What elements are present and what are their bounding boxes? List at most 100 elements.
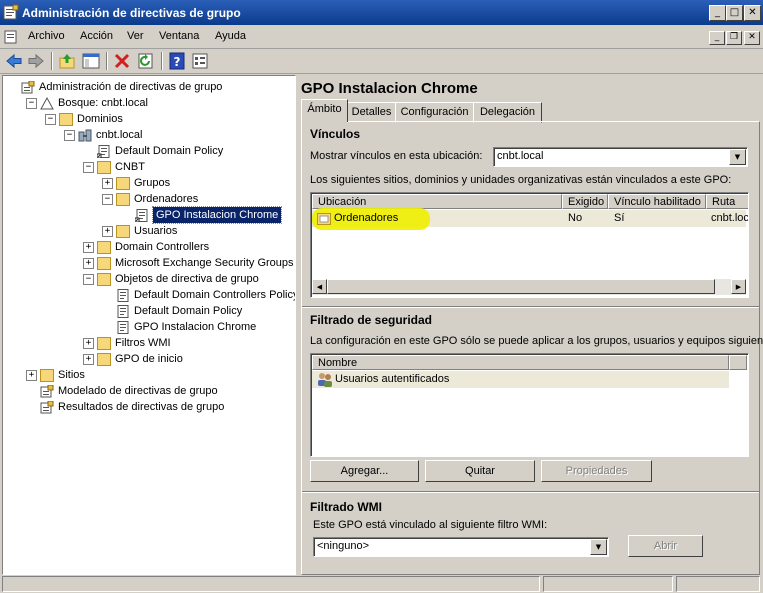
links-location-combo[interactable]: cnbt.local ▼ xyxy=(493,147,748,167)
wmi-folder-icon xyxy=(97,337,111,350)
tree-item[interactable]: Default Domain Controllers Policy xyxy=(3,287,295,303)
collapse-icon[interactable]: − xyxy=(83,274,94,285)
close-icon[interactable]: ✕ xyxy=(744,5,761,21)
dropdown-arrow-icon[interactable]: ▼ xyxy=(590,539,607,555)
tree-item[interactable]: + Sitios xyxy=(3,367,295,383)
tree-item-label: Ordenadores xyxy=(134,193,199,205)
scroll-left-icon[interactable]: ◀ xyxy=(312,279,327,294)
collapse-icon[interactable]: − xyxy=(26,98,37,109)
refresh-icon[interactable] xyxy=(137,52,155,70)
properties-button[interactable]: Propiedades xyxy=(541,460,652,482)
tree-item[interactable]: + Grupos xyxy=(3,175,295,191)
child-minimize-icon[interactable]: _ xyxy=(709,31,725,45)
expand-icon[interactable]: + xyxy=(83,338,94,349)
minimize-icon[interactable]: _ xyxy=(709,5,726,21)
tree-item[interactable]: − Bosque: cnbt.local xyxy=(3,95,295,111)
tab-detalles[interactable]: Detalles xyxy=(347,102,396,123)
delete-icon[interactable] xyxy=(113,52,131,70)
add-button[interactable]: Agregar... xyxy=(310,460,419,482)
tree-item[interactable]: + Usuarios xyxy=(3,223,295,239)
tree-item[interactable]: GPO Instalacion Chrome xyxy=(3,206,295,224)
collapse-icon[interactable]: − xyxy=(83,162,94,173)
tree-item[interactable]: − CNBT xyxy=(3,159,295,175)
scroll-thumb[interactable] xyxy=(327,279,715,294)
console-tree[interactable]: Administración de directivas de grupo − Bo… xyxy=(2,75,296,575)
dropdown-arrow-icon[interactable]: ▼ xyxy=(729,149,746,165)
collapse-icon[interactable]: − xyxy=(64,130,75,141)
users-group-icon xyxy=(318,373,332,387)
child-close-icon[interactable]: ✕ xyxy=(744,31,760,45)
col-nombre[interactable]: Nombre xyxy=(312,355,729,370)
table-row[interactable]: Ordenadores No Sí cnbt.loc xyxy=(312,208,748,230)
title-bar[interactable]: Administración de directivas de grupo _ … xyxy=(0,0,763,25)
gpo-icon xyxy=(116,289,130,302)
links-hscrollbar[interactable]: ◀ ▶ xyxy=(312,279,746,295)
window-title: Administración de directivas de grupo xyxy=(22,6,241,20)
menu-bar: Archivo Acción Ver Ventana Ayuda xyxy=(0,26,763,49)
tree-item[interactable]: Administración de directivas de grupo xyxy=(3,79,295,95)
up-folder-icon[interactable] xyxy=(58,52,76,70)
expand-icon[interactable]: + xyxy=(83,258,94,269)
collapse-icon[interactable]: − xyxy=(102,194,113,205)
expand-icon[interactable]: + xyxy=(26,370,37,381)
tree-item[interactable]: − cnbt.local xyxy=(3,127,295,143)
console-icon[interactable] xyxy=(4,30,18,44)
forward-arrow-icon[interactable] xyxy=(27,52,45,70)
tree-item[interactable]: Default Domain Policy xyxy=(3,303,295,319)
col-vinculo-habilitado[interactable]: Vínculo habilitado xyxy=(608,194,706,209)
links-location-label: Mostrar vínculos en esta ubicación: xyxy=(310,150,483,162)
collapse-icon[interactable]: − xyxy=(45,114,56,125)
tree-item[interactable]: − Dominios xyxy=(3,111,295,127)
show-hide-tree-icon[interactable] xyxy=(82,52,100,70)
col-ruta[interactable]: Ruta xyxy=(706,194,748,209)
tree-item[interactable]: − Objetos de directiva de grupo xyxy=(3,271,295,287)
expand-icon[interactable]: + xyxy=(83,354,94,365)
open-button[interactable]: Abrir xyxy=(628,535,703,557)
tab-configuracion[interactable]: Configuración xyxy=(395,102,474,123)
tree-item[interactable]: + GPO de inicio xyxy=(3,351,295,367)
col-ubicacion[interactable]: Ubicación xyxy=(312,194,562,209)
help-icon[interactable]: ? xyxy=(168,52,186,70)
tree-item[interactable]: GPO Instalacion Chrome xyxy=(3,319,295,335)
properties-icon[interactable] xyxy=(191,52,209,70)
tree-item[interactable]: + Filtros WMI xyxy=(3,335,295,351)
menu-ver[interactable]: Ver xyxy=(127,30,144,42)
menu-archivo[interactable]: Archivo xyxy=(28,30,65,42)
child-restore-icon[interactable]: ❐ xyxy=(726,31,742,45)
menu-ventana[interactable]: Ventana xyxy=(159,30,199,42)
scope-tab-panel: Vínculos Mostrar vínculos en esta ubicac… xyxy=(301,121,763,575)
tree-item[interactable]: Modelado de directivas de grupo xyxy=(3,383,295,399)
link-location: Ordenadores xyxy=(334,212,399,224)
tree-item[interactable]: + Domain Controllers xyxy=(3,239,295,255)
security-list[interactable]: Nombre Usuarios autentificados xyxy=(310,353,749,457)
links-list[interactable]: Ubicación Exigido Vínculo habilitado Rut… xyxy=(310,192,749,298)
tree-item[interactable]: + Microsoft Exchange Security Groups xyxy=(3,255,295,271)
tree-item[interactable]: − Ordenadores xyxy=(3,191,295,207)
menu-accion[interactable]: Acción xyxy=(80,30,113,42)
expand-icon[interactable]: + xyxy=(102,178,113,189)
links-description: Los siguientes sitios, dominios y unidad… xyxy=(310,174,732,186)
back-arrow-icon[interactable] xyxy=(5,52,23,70)
tree-item-label: CNBT xyxy=(115,161,145,173)
table-row[interactable]: Usuarios autentificados xyxy=(312,371,729,388)
remove-button[interactable]: Quitar xyxy=(425,460,535,482)
links-heading: Vínculos xyxy=(310,127,361,141)
gpo-link-icon xyxy=(96,145,111,159)
tab-ambito[interactable]: Ámbito xyxy=(301,99,348,122)
wmi-filter-combo[interactable]: <ninguno> ▼ xyxy=(313,537,609,557)
tree-item-label: Sitios xyxy=(58,369,85,381)
scroll-right-icon[interactable]: ▶ xyxy=(731,279,746,294)
tree-item[interactable]: Resultados de directivas de grupo xyxy=(3,399,295,415)
status-pane-3 xyxy=(676,576,760,592)
tree-item-label: Dominios xyxy=(77,113,123,125)
expand-icon[interactable]: + xyxy=(83,242,94,253)
expand-icon[interactable]: + xyxy=(102,226,113,237)
tab-delegacion[interactable]: Delegación xyxy=(473,102,542,123)
wmi-filter-value: <ninguno> xyxy=(317,540,369,552)
tree-item-label: Grupos xyxy=(134,177,171,189)
maximize-icon[interactable]: □ xyxy=(726,5,743,21)
tree-item[interactable]: Default Domain Policy xyxy=(3,143,295,159)
tree-item-label: Default Domain Policy xyxy=(115,145,224,157)
col-exigido[interactable]: Exigido xyxy=(562,194,608,209)
menu-ayuda[interactable]: Ayuda xyxy=(215,30,246,42)
